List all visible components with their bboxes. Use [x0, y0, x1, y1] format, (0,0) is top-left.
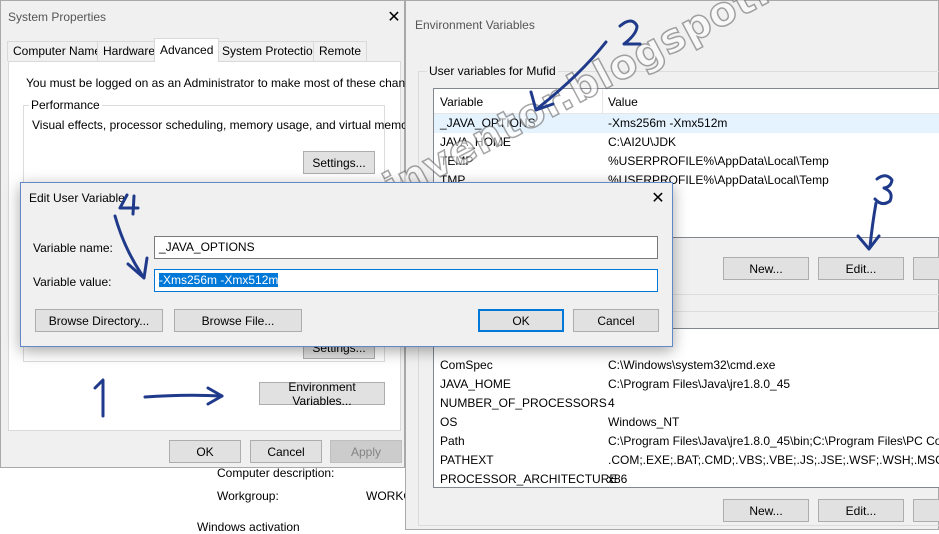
computer-description-label: Computer description:: [217, 466, 335, 480]
row-variable: TEMP: [440, 154, 474, 168]
row-value: .COM;.EXE;.BAT;.CMD;.VBS;.VBE;.JS;.JSE;.…: [608, 453, 939, 467]
tab-computer-name[interactable]: Computer Name: [7, 41, 108, 61]
environment-variables-button[interactable]: Environment Variables...: [259, 380, 385, 408]
close-icon[interactable]: ✕: [649, 189, 667, 207]
performance-description: Visual effects, processor scheduling, me…: [32, 118, 418, 132]
browse-file-button[interactable]: Browse File...: [174, 309, 302, 332]
variable-name-label: Variable name:: [33, 241, 113, 255]
row-variable: PROCESSOR_ARCHITECTURE: [440, 472, 618, 486]
row-variable: _JAVA_OPTIONS: [440, 116, 536, 130]
system-delete-button[interactable]: [913, 499, 939, 522]
column-header-variable[interactable]: Variable: [440, 95, 483, 109]
browse-directory-button[interactable]: Browse Directory...: [35, 309, 163, 332]
tab-system-protection[interactable]: System Protection: [216, 41, 326, 61]
row-value: -Xms256m -Xmx512m: [608, 116, 728, 130]
row-variable: Path: [440, 434, 465, 448]
row-variable: ComSpec: [440, 358, 493, 372]
row-variable: NUMBER_OF_PROCESSORS: [440, 396, 607, 410]
column-header-value[interactable]: Value: [608, 95, 638, 109]
window-title: Environment Variables: [415, 18, 535, 32]
row-value: C:\AI2U\JDK: [608, 135, 677, 149]
row-value: C:\Program Files\Java\jre1.8.0_45: [608, 377, 791, 391]
ok-button[interactable]: OK: [478, 309, 564, 332]
tab-remote[interactable]: Remote: [313, 41, 368, 61]
variable-value-label: Variable value:: [33, 275, 112, 289]
row-variable: JAVA_HOME: [440, 377, 511, 391]
tab-advanced[interactable]: Advanced: [154, 38, 220, 62]
tab-hardware[interactable]: Hardware: [97, 41, 162, 61]
table-row[interactable]: JAVA_HOME C:\Program Files\Java\jre1.8.0…: [434, 375, 939, 394]
cancel-button[interactable]: Cancel: [573, 309, 659, 332]
system-variables-list[interactable]: ComSpec C:\Windows\system32\cmd.exe JAVA…: [433, 328, 939, 488]
row-value: x86: [608, 472, 628, 486]
dialog-title: Edit User Variable: [29, 191, 125, 205]
ok-button[interactable]: OK: [169, 440, 241, 463]
variable-name-input[interactable]: _JAVA_OPTIONS: [154, 236, 658, 259]
row-value: C:\Windows\system32\cmd.exe: [608, 358, 776, 372]
performance-heading: Performance: [29, 98, 102, 112]
system-edit-button[interactable]: Edit...: [818, 499, 904, 522]
row-variable: JAVA_HOME: [440, 135, 511, 149]
row-value: C:\Program Files\Java\jre1.8.0_45\bin;C:…: [608, 434, 939, 448]
windows-activation-label: Windows activation: [197, 520, 300, 534]
row-value: %USERPROFILE%\AppData\Local\Temp: [608, 154, 829, 168]
edit-user-variable-dialog: Edit User Variable ✕ Variable name: _JAV…: [20, 182, 673, 347]
list-header: Variable Value: [434, 89, 939, 114]
window-title: System Properties: [8, 10, 107, 24]
table-row[interactable]: PATHEXT .COM;.EXE;.BAT;.CMD;.VBS;.VBE;.J…: [434, 451, 939, 470]
variable-name-text: _JAVA_OPTIONS: [159, 240, 255, 254]
system-new-button[interactable]: New...: [723, 499, 809, 522]
apply-button[interactable]: Apply: [330, 440, 402, 463]
row-value: Windows_NT: [608, 415, 680, 429]
user-edit-button[interactable]: Edit...: [818, 257, 904, 280]
close-icon[interactable]: ✕: [385, 8, 403, 26]
row-value: 4: [608, 396, 615, 410]
table-row[interactable]: NUMBER_OF_PROCESSORS 4: [434, 394, 939, 413]
table-row[interactable]: JAVA_HOME C:\AI2U\JDK: [434, 133, 939, 152]
cancel-button[interactable]: Cancel: [250, 440, 322, 463]
user-new-button[interactable]: New...: [723, 257, 809, 280]
table-row[interactable]: _JAVA_OPTIONS -Xms256m -Xmx512m: [434, 114, 939, 133]
performance-settings-button[interactable]: Settings...: [303, 151, 375, 174]
table-row[interactable]: Path C:\Program Files\Java\jre1.8.0_45\b…: [434, 432, 939, 451]
admin-note: You must be logged on as an Administrato…: [26, 76, 428, 90]
variable-value-text: -Xms256m -Xmx512m: [159, 273, 279, 287]
table-row[interactable]: PROCESSOR_ARCHITECTURE x86: [434, 470, 939, 487]
table-row[interactable]: OS Windows_NT: [434, 413, 939, 432]
table-row[interactable]: ComSpec C:\Windows\system32\cmd.exe: [434, 356, 939, 375]
variable-value-input[interactable]: -Xms256m -Xmx512m: [154, 269, 658, 292]
user-variables-heading: User variables for Mufid: [427, 64, 558, 78]
user-delete-button[interactable]: [913, 257, 939, 280]
table-row[interactable]: TEMP %USERPROFILE%\AppData\Local\Temp: [434, 152, 939, 171]
row-variable: OS: [440, 415, 458, 429]
row-variable: PATHEXT: [440, 453, 494, 467]
workgroup-label: Workgroup:: [217, 489, 279, 503]
